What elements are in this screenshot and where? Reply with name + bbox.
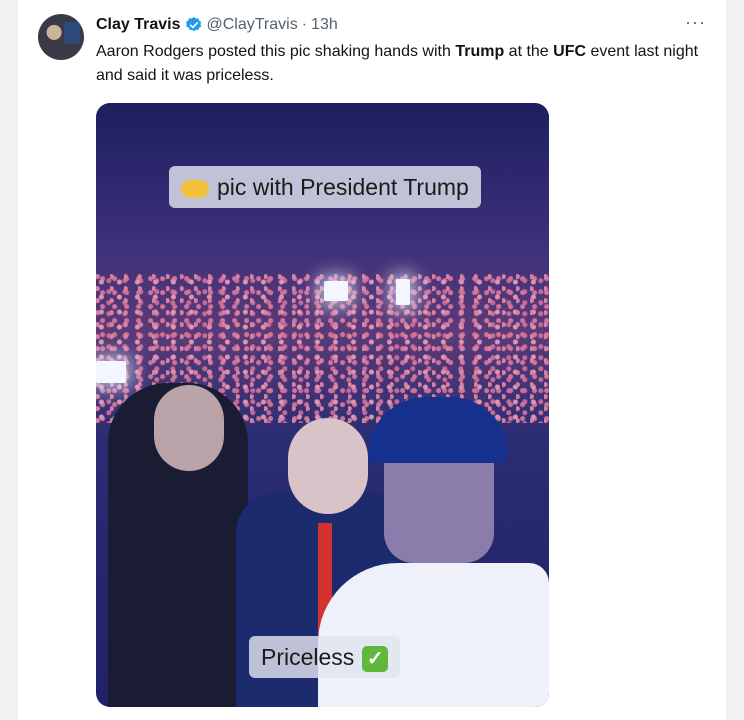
author-handle[interactable]: @ClayTravis [207, 16, 298, 34]
caption-top-text: pic with President Trump [217, 174, 469, 200]
tweet-header: Clay Travis @ClayTravis · 13h [96, 14, 338, 36]
arena-light [96, 361, 126, 383]
tweet-text: Aaron Rodgers posted this pic shaking ha… [96, 40, 716, 88]
tweet-photo[interactable]: pic with President Trump Priceless ✓ [96, 103, 549, 707]
tweet-text-part: at the [504, 43, 554, 60]
timestamp[interactable]: 13h [311, 16, 338, 34]
tweet-card[interactable]: Clay Travis @ClayTravis · 13h ··· Aaron … [18, 0, 726, 720]
photo-caption-top: pic with President Trump [169, 166, 481, 208]
arena-light [324, 281, 348, 301]
tweet-text-part: UFC [553, 43, 587, 60]
tweet-text-part: Aaron Rodgers posted this pic shaking ha… [96, 43, 456, 60]
handshake-emoji-icon [181, 179, 209, 198]
verified-badge-icon [185, 17, 201, 32]
caption-bottom-text: Priceless [261, 644, 355, 670]
check-mark-emoji-icon: ✓ [362, 645, 389, 672]
person-right [318, 563, 549, 707]
photo-caption-bottom: Priceless ✓ [249, 636, 401, 678]
arena-light [396, 279, 410, 305]
author-name[interactable]: Clay Travis [96, 16, 181, 34]
separator-dot: · [301, 16, 308, 33]
person-left-head [154, 385, 224, 471]
more-options-icon[interactable]: ··· [685, 12, 706, 33]
person-center-head [288, 418, 368, 514]
avatar[interactable] [38, 14, 84, 60]
tweet-text-part: Trump [455, 43, 505, 60]
